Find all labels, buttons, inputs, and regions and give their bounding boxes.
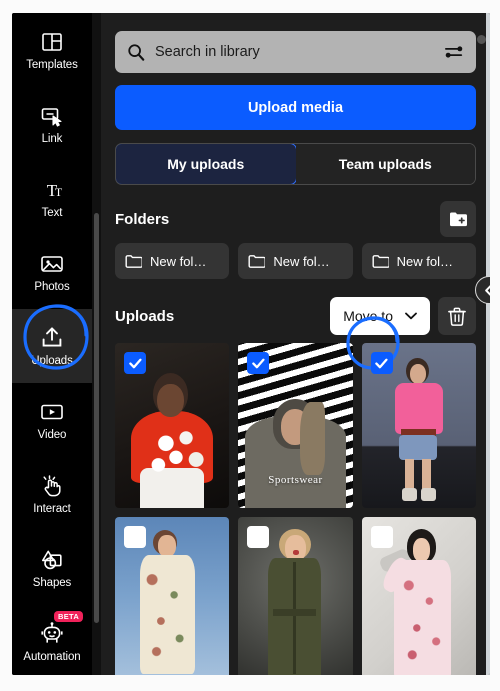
robot-icon xyxy=(39,621,65,647)
thumbnail-caption: Sportswear xyxy=(268,474,323,486)
photos-icon xyxy=(39,251,65,277)
folder-name: New fol… xyxy=(273,253,330,269)
sidebar-item-text[interactable]: T T Text xyxy=(12,161,92,235)
svg-text:T: T xyxy=(55,185,63,199)
thumbnail-checkbox[interactable] xyxy=(124,526,146,548)
search-icon xyxy=(128,44,145,61)
folder-chip[interactable]: New fol… xyxy=(238,243,353,279)
tab-team-uploads[interactable]: Team uploads xyxy=(295,144,475,184)
sidebar-item-link[interactable]: Link xyxy=(12,87,92,161)
thumbnail-checkbox[interactable] xyxy=(370,352,393,374)
thumbnail-checkbox[interactable] xyxy=(124,352,146,374)
folder-icon xyxy=(125,254,142,268)
shapes-icon xyxy=(39,547,65,573)
folder-chip[interactable]: New fol… xyxy=(115,243,230,279)
search-input[interactable]: Search in library xyxy=(115,31,476,73)
app-window: Templates Link T T Text Photos Uploads Video Int… xyxy=(12,13,490,675)
sidebar-item-video[interactable]: Video xyxy=(12,383,92,457)
thumbnail-checkbox[interactable] xyxy=(247,526,270,548)
sidebar-item-interact[interactable]: Interact xyxy=(12,457,92,531)
sidebar-scrollbar[interactable] xyxy=(92,13,101,675)
chevron-left-icon xyxy=(485,284,490,296)
sidebar-item-label: Uploads xyxy=(31,354,73,367)
sidebar-item-label: Link xyxy=(41,132,63,145)
sidebar-item-label: Automation xyxy=(23,650,81,663)
templates-icon xyxy=(39,29,65,55)
upload-thumbnail[interactable] xyxy=(361,343,476,508)
sidebar-item-label: Photos xyxy=(34,280,70,293)
move-to-label: Move to xyxy=(343,308,393,324)
sidebar-item-label: Interact xyxy=(33,502,71,515)
sidebar-item-label: Shapes xyxy=(32,576,72,589)
video-icon xyxy=(39,399,65,425)
move-to-dropdown[interactable]: Move to xyxy=(330,297,430,335)
sidebar-scrollbar-thumb[interactable] xyxy=(94,213,99,623)
delete-button[interactable] xyxy=(438,297,476,335)
sidebar-item-templates[interactable]: Templates xyxy=(12,13,92,87)
chevron-down-icon xyxy=(405,312,417,320)
uploads-panel: Search in library Upload media My upload… xyxy=(101,13,490,675)
thumbnail-checkbox[interactable] xyxy=(370,526,393,548)
upload-thumbnail[interactable] xyxy=(361,517,476,675)
thumbnail-checkbox[interactable] xyxy=(247,352,270,374)
sidebar-item-uploads[interactable]: Uploads xyxy=(12,309,92,383)
sidebar-item-photos[interactable]: Photos xyxy=(12,235,92,309)
uploads-header: Uploads Move to xyxy=(115,297,476,335)
sidebar-item-label: Text xyxy=(41,206,63,219)
left-sidebar: Templates Link T T Text Photos Uploads Video Int… xyxy=(12,13,92,675)
folder-icon xyxy=(248,254,266,268)
beta-badge: BETA xyxy=(54,611,84,622)
text-icon: TT xyxy=(39,177,65,203)
folders-title: Folders xyxy=(115,210,170,228)
sidebar-item-automation[interactable]: BETA Automation xyxy=(12,605,92,675)
search-placeholder-text: Search in library xyxy=(155,44,260,60)
tab-my-uploads[interactable]: My uploads xyxy=(116,144,297,184)
uploads-actions: Move to xyxy=(330,297,476,335)
upload-thumbnail[interactable] xyxy=(115,517,230,675)
upload-thumbnail[interactable]: Sportswear xyxy=(238,343,353,508)
folder-list: New fol… New fol… New fol… xyxy=(115,243,476,279)
window-scrollbar[interactable] xyxy=(486,13,490,675)
upload-thumbnail[interactable] xyxy=(238,517,353,675)
link-cursor-icon xyxy=(39,103,65,129)
uploads-grid: Sportswear xyxy=(115,343,476,675)
folder-name: New fol… xyxy=(396,253,454,269)
panel-scroll-dot[interactable] xyxy=(477,35,486,44)
folders-header: Folders xyxy=(115,201,476,237)
add-folder-button[interactable] xyxy=(440,201,476,237)
upload-media-button[interactable]: Upload media xyxy=(115,85,476,130)
folder-name: New fol… xyxy=(150,253,207,269)
uploads-tabs: My uploads Team uploads xyxy=(115,143,476,185)
folder-plus-icon xyxy=(449,212,467,226)
upload-icon xyxy=(39,325,65,351)
trash-icon xyxy=(448,307,466,326)
interact-hand-icon xyxy=(39,473,65,499)
uploads-title: Uploads xyxy=(115,307,175,325)
sliders-icon[interactable] xyxy=(444,43,464,61)
sidebar-item-label: Templates xyxy=(26,58,78,71)
sidebar-item-shapes[interactable]: Shapes xyxy=(12,531,92,605)
folder-icon xyxy=(372,254,389,268)
upload-thumbnail[interactable] xyxy=(115,343,230,508)
sidebar-item-label: Video xyxy=(37,428,67,441)
folder-chip[interactable]: New fol… xyxy=(361,243,476,279)
